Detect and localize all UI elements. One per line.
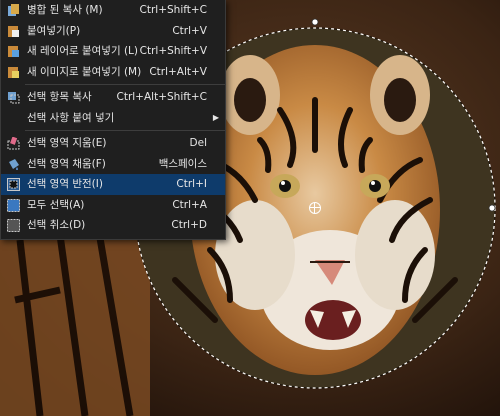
edit-context-menu: 병합 된 복사 (M) Ctrl+Shift+C 붙여넣기(P) Ctrl+V … bbox=[0, 0, 226, 240]
menu-item-copy-selection[interactable]: 선택 항목 복사 Ctrl+Alt+Shift+C bbox=[1, 87, 225, 108]
erase-selection-icon bbox=[7, 136, 20, 150]
menu-item-merged-copy[interactable]: 병합 된 복사 (M) Ctrl+Shift+C bbox=[1, 0, 225, 21]
selection-center-handle-icon[interactable] bbox=[309, 202, 321, 214]
menu-item-shortcut: Ctrl+D bbox=[171, 219, 207, 231]
menu-separator bbox=[25, 84, 225, 85]
paste-selection-icon bbox=[7, 112, 20, 125]
copy-selection-icon bbox=[7, 91, 20, 104]
menu-item-shortcut: Ctrl+A bbox=[172, 198, 207, 211]
menu-item-label: 선택 항목 복사 bbox=[27, 91, 92, 103]
menu-item-shortcut: Ctrl+Alt+V bbox=[149, 65, 207, 78]
paste-into-new-image-icon bbox=[7, 66, 20, 79]
menu-item-deselect[interactable]: 선택 취소(D) Ctrl+D bbox=[1, 215, 225, 236]
menu-item-erase-selection[interactable]: 선택 영역 지움(E) Del bbox=[1, 133, 225, 154]
menu-item-select-all[interactable]: 모두 선택(A) Ctrl+A bbox=[1, 195, 225, 216]
menu-item-shortcut: Ctrl+Shift+C bbox=[139, 4, 207, 16]
paste-into-new-layer-icon bbox=[7, 45, 20, 58]
invert-selection-icon bbox=[7, 178, 20, 191]
menu-item-invert-selection[interactable]: 선택 영역 반전(I) Ctrl+I bbox=[1, 174, 225, 195]
menu-item-shortcut: Del bbox=[189, 137, 207, 149]
menu-item-shortcut: Ctrl+Shift+V bbox=[139, 45, 207, 57]
deselect-icon bbox=[7, 219, 20, 232]
menu-item-label: 병합 된 복사 (M) bbox=[27, 4, 103, 16]
menu-item-label: 선택 취소(D) bbox=[27, 219, 86, 231]
merged-copy-icon bbox=[7, 4, 20, 17]
menu-separator bbox=[25, 130, 225, 131]
fill-selection-icon bbox=[7, 158, 20, 171]
menu-item-label: 새 이미지로 붙여넣기 (M) bbox=[27, 65, 142, 78]
menu-item-paste-new-layer[interactable]: 새 레이어로 붙여넣기 (L) Ctrl+Shift+V bbox=[1, 41, 225, 62]
menu-item-label: 새 레이어로 붙여넣기 (L) bbox=[27, 45, 138, 57]
menu-item-label: 선택 영역 지움(E) bbox=[27, 137, 107, 149]
submenu-arrow-icon: ▶ bbox=[212, 112, 219, 122]
paste-icon bbox=[7, 25, 20, 38]
menu-item-shortcut: Ctrl+V bbox=[172, 24, 207, 37]
menu-item-label: 선택 사항 붙여 넣기 bbox=[27, 111, 115, 124]
menu-item-shortcut: 백스페이스 bbox=[158, 157, 207, 170]
menu-item-label: 모두 선택(A) bbox=[27, 198, 85, 211]
menu-item-paste[interactable]: 붙여넣기(P) Ctrl+V bbox=[1, 21, 225, 42]
select-all-icon bbox=[7, 198, 20, 212]
menu-item-shortcut: Ctrl+Alt+Shift+C bbox=[116, 91, 208, 103]
menu-item-fill-selection[interactable]: 선택 영역 채움(F) 백스페이스 bbox=[1, 154, 225, 175]
menu-item-shortcut: Ctrl+I bbox=[176, 178, 207, 190]
menu-item-paste-new-image[interactable]: 새 이미지로 붙여넣기 (M) Ctrl+Alt+V bbox=[1, 62, 225, 83]
menu-item-label: 선택 영역 채움(F) bbox=[27, 157, 106, 170]
menu-item-paste-selection[interactable]: 선택 사항 붙여 넣기 ▶ bbox=[1, 108, 225, 129]
menu-item-label: 붙여넣기(P) bbox=[27, 24, 81, 37]
menu-item-label: 선택 영역 반전(I) bbox=[27, 178, 103, 190]
